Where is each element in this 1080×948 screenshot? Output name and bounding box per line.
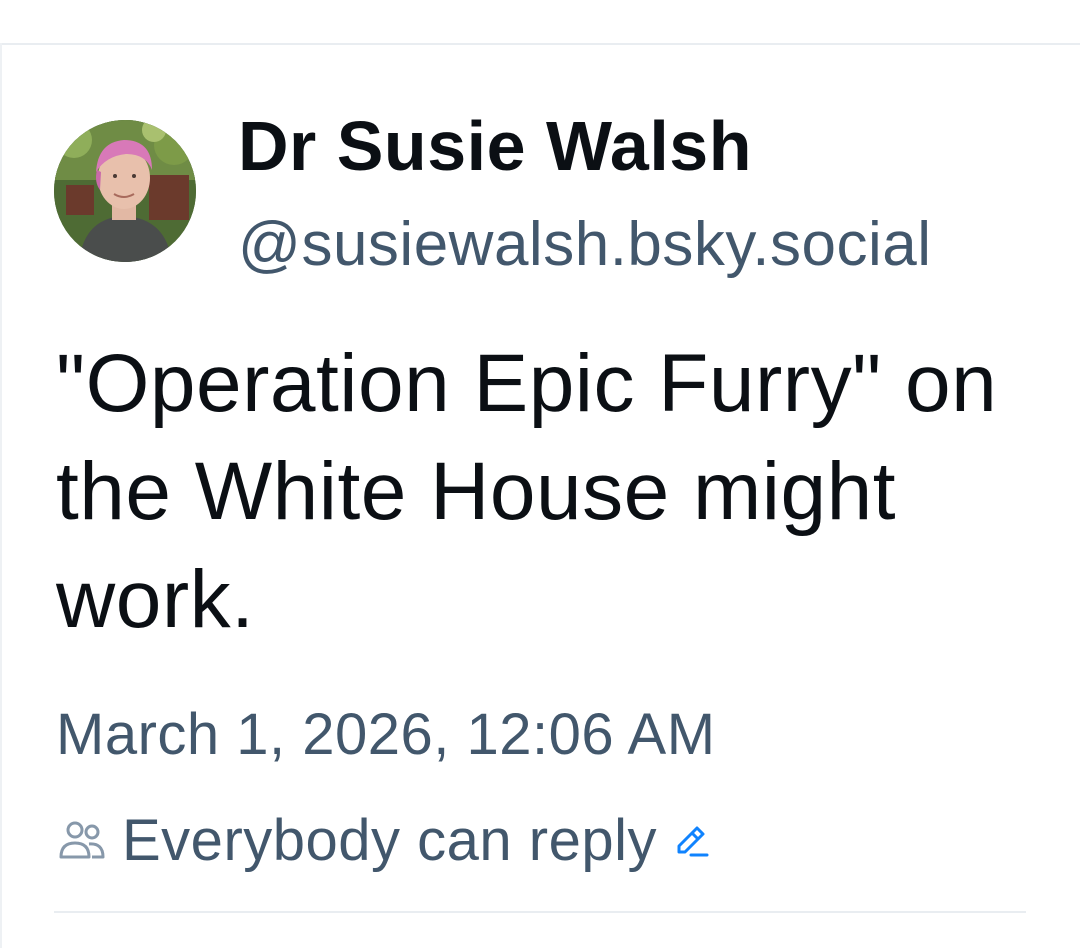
- avatar-image: [54, 120, 196, 262]
- people-icon: [56, 815, 108, 867]
- left-divider: [0, 43, 2, 948]
- author-handle[interactable]: @susiewalsh.bsky.social: [238, 208, 1030, 282]
- post-thread-view: Dr Susie Walsh @susiewalsh.bsky.social "…: [0, 0, 1080, 948]
- top-divider: [0, 43, 1080, 45]
- reply-settings-label[interactable]: Everybody can reply: [122, 806, 657, 876]
- post-text: "Operation Epic Furry" on the White Hous…: [56, 338, 998, 645]
- author-display-name[interactable]: Dr Susie Walsh: [238, 106, 752, 186]
- pencil-icon[interactable]: [671, 820, 713, 862]
- bottom-divider: [54, 911, 1026, 913]
- post-timestamp: March 1, 2026, 12:06 AM: [56, 702, 716, 767]
- avatar[interactable]: [54, 120, 196, 262]
- reply-settings[interactable]: Everybody can reply: [56, 806, 713, 876]
